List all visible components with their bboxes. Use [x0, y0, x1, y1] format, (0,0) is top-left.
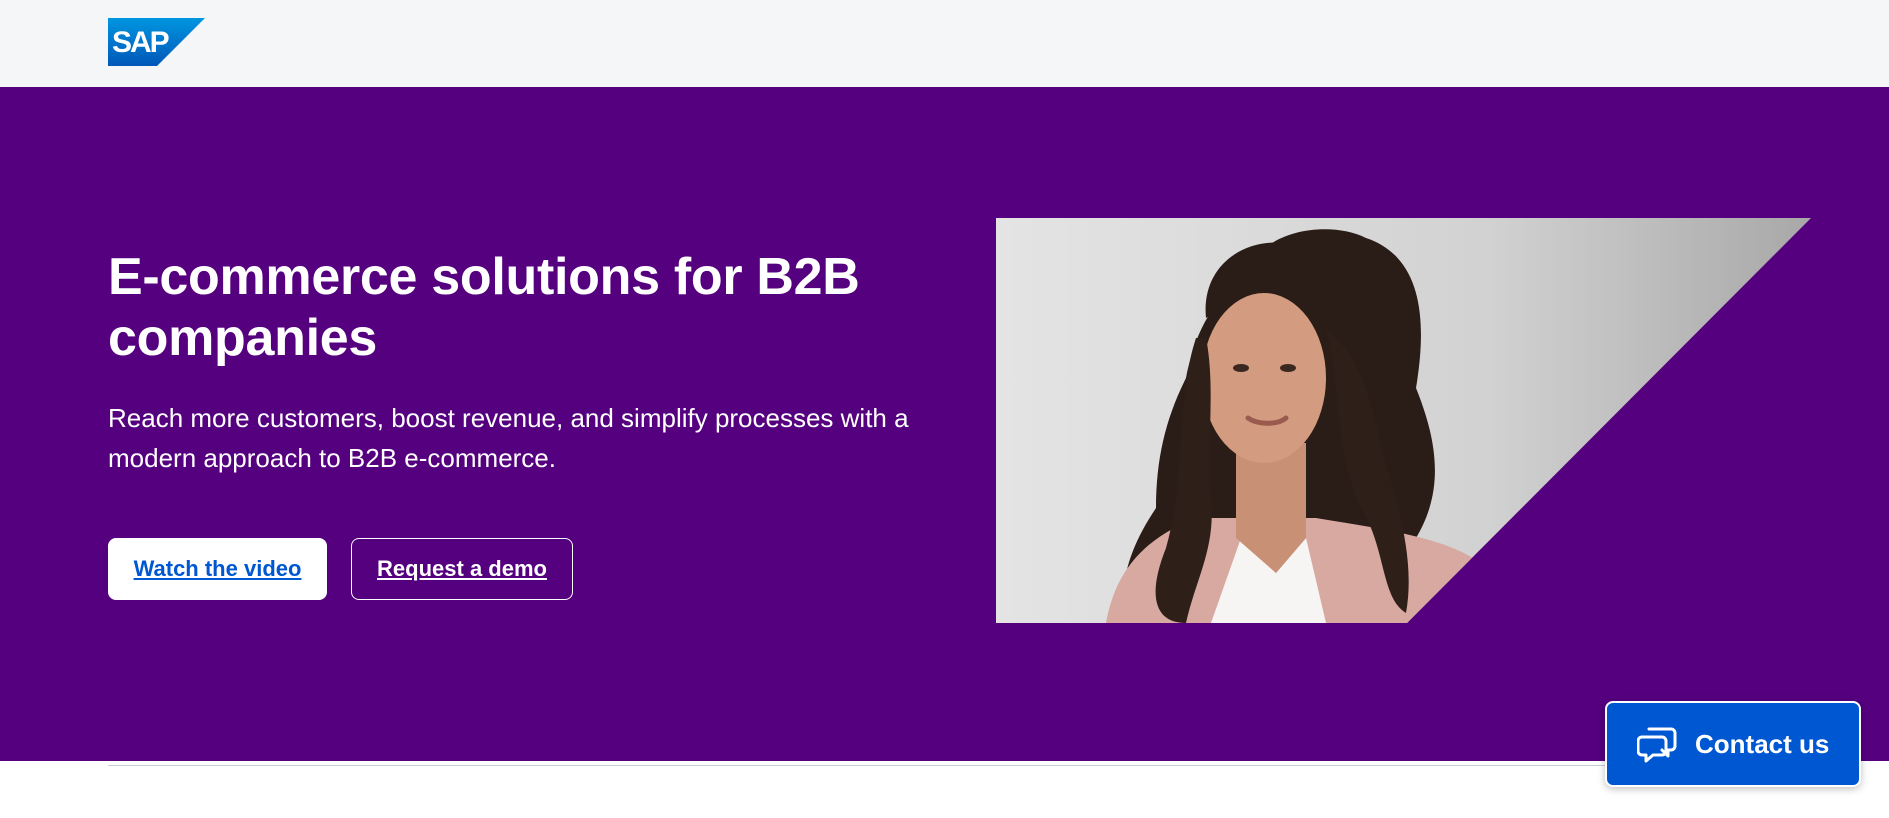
section-divider — [108, 765, 1808, 766]
sap-logo-icon: SAP — [108, 18, 205, 66]
contact-us-button[interactable]: Contact us — [1605, 701, 1861, 787]
hero-image — [996, 218, 1811, 623]
watch-video-button[interactable]: Watch the video — [108, 538, 327, 600]
logo-text: SAP — [112, 26, 169, 59]
chat-bubbles-icon — [1637, 723, 1679, 765]
contact-us-label: Contact us — [1695, 728, 1830, 759]
hero-subtitle: Reach more customers, boost revenue, and… — [108, 403, 909, 473]
site-header: SAP — [0, 0, 1889, 87]
page: SAP E-commerce solutions for B2B compani… — [0, 0, 1889, 818]
request-demo-button[interactable]: Request a demo — [351, 538, 573, 600]
hero-title: E-commerce solutions for B2B companies — [108, 248, 860, 367]
sap-logo[interactable]: SAP — [108, 18, 205, 66]
hero-section: E-commerce solutions for B2B companies R… — [0, 87, 1889, 761]
portrait-photo — [996, 218, 1811, 623]
